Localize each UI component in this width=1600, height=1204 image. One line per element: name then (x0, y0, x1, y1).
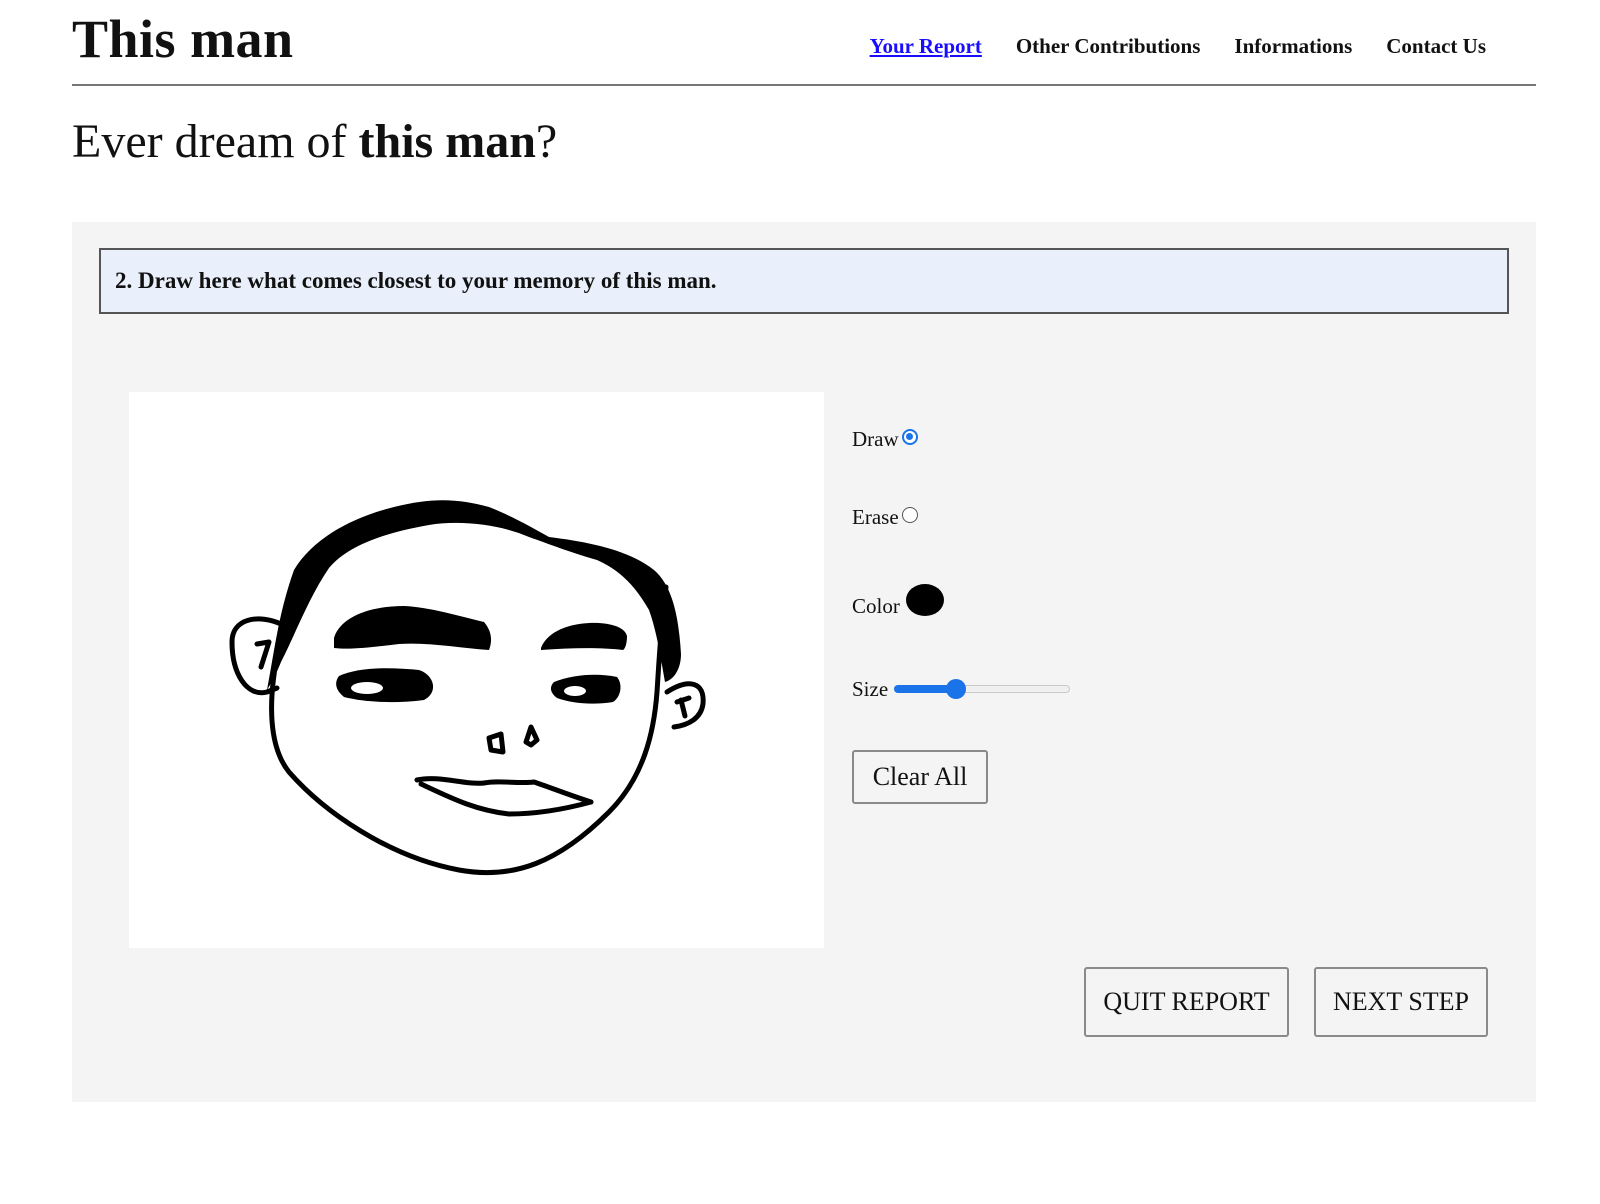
draw-option[interactable]: Draw (852, 427, 918, 452)
quit-report-button[interactable]: QUIT REPORT (1084, 967, 1289, 1037)
headline-suffix: ? (535, 115, 558, 168)
drawing-canvas[interactable] (129, 392, 824, 948)
right-eyebrow (541, 622, 627, 650)
color-picker[interactable] (905, 584, 944, 616)
right-ear (664, 681, 706, 730)
clear-all-button[interactable]: Clear All (852, 750, 988, 804)
nav-other-contributions[interactable]: Other Contributions (1016, 34, 1201, 59)
right-ear-detail (674, 695, 692, 719)
nav-contact-us[interactable]: Contact Us (1386, 34, 1486, 59)
nose-right (523, 724, 540, 748)
headline-prefix: Ever dream of (72, 115, 359, 168)
erase-option[interactable]: Erase (852, 505, 918, 530)
size-slider[interactable] (894, 678, 1071, 699)
right-eye (550, 674, 621, 704)
left-eye-highlight (351, 682, 383, 694)
header-divider (72, 84, 1536, 86)
draw-radio[interactable] (901, 428, 918, 445)
nav-your-report[interactable]: Your Report (870, 34, 982, 59)
draw-label: Draw (852, 427, 899, 451)
left-eyebrow (334, 606, 492, 650)
site-title: This man (72, 9, 294, 69)
erase-label: Erase (852, 505, 899, 529)
nose-left (486, 731, 506, 755)
color-option: Color (852, 584, 944, 622)
left-eye (336, 668, 434, 703)
face-drawing (229, 500, 706, 876)
step-instruction: 2. Draw here what comes closest to your … (99, 248, 1509, 314)
size-label: Size (852, 677, 889, 701)
nav-informations[interactable]: Informations (1234, 34, 1352, 59)
report-panel: 2. Draw here what comes closest to your … (72, 222, 1536, 1102)
right-eye-highlight (564, 686, 586, 696)
headline-emphasis: this man (358, 115, 536, 168)
left-ear-detail (254, 639, 272, 670)
size-option: Size (852, 677, 1071, 702)
next-step-button[interactable]: NEXT STEP (1314, 967, 1488, 1037)
mouth-lower (418, 781, 594, 817)
slider-thumb[interactable] (945, 678, 966, 699)
color-label: Color (852, 593, 900, 618)
mouth-upper (414, 776, 594, 805)
erase-radio[interactable] (901, 506, 918, 523)
page-headline: Ever dream of this man? (72, 114, 557, 169)
main-nav: Your Report Other Contributions Informat… (870, 34, 1486, 59)
hair (267, 500, 681, 690)
